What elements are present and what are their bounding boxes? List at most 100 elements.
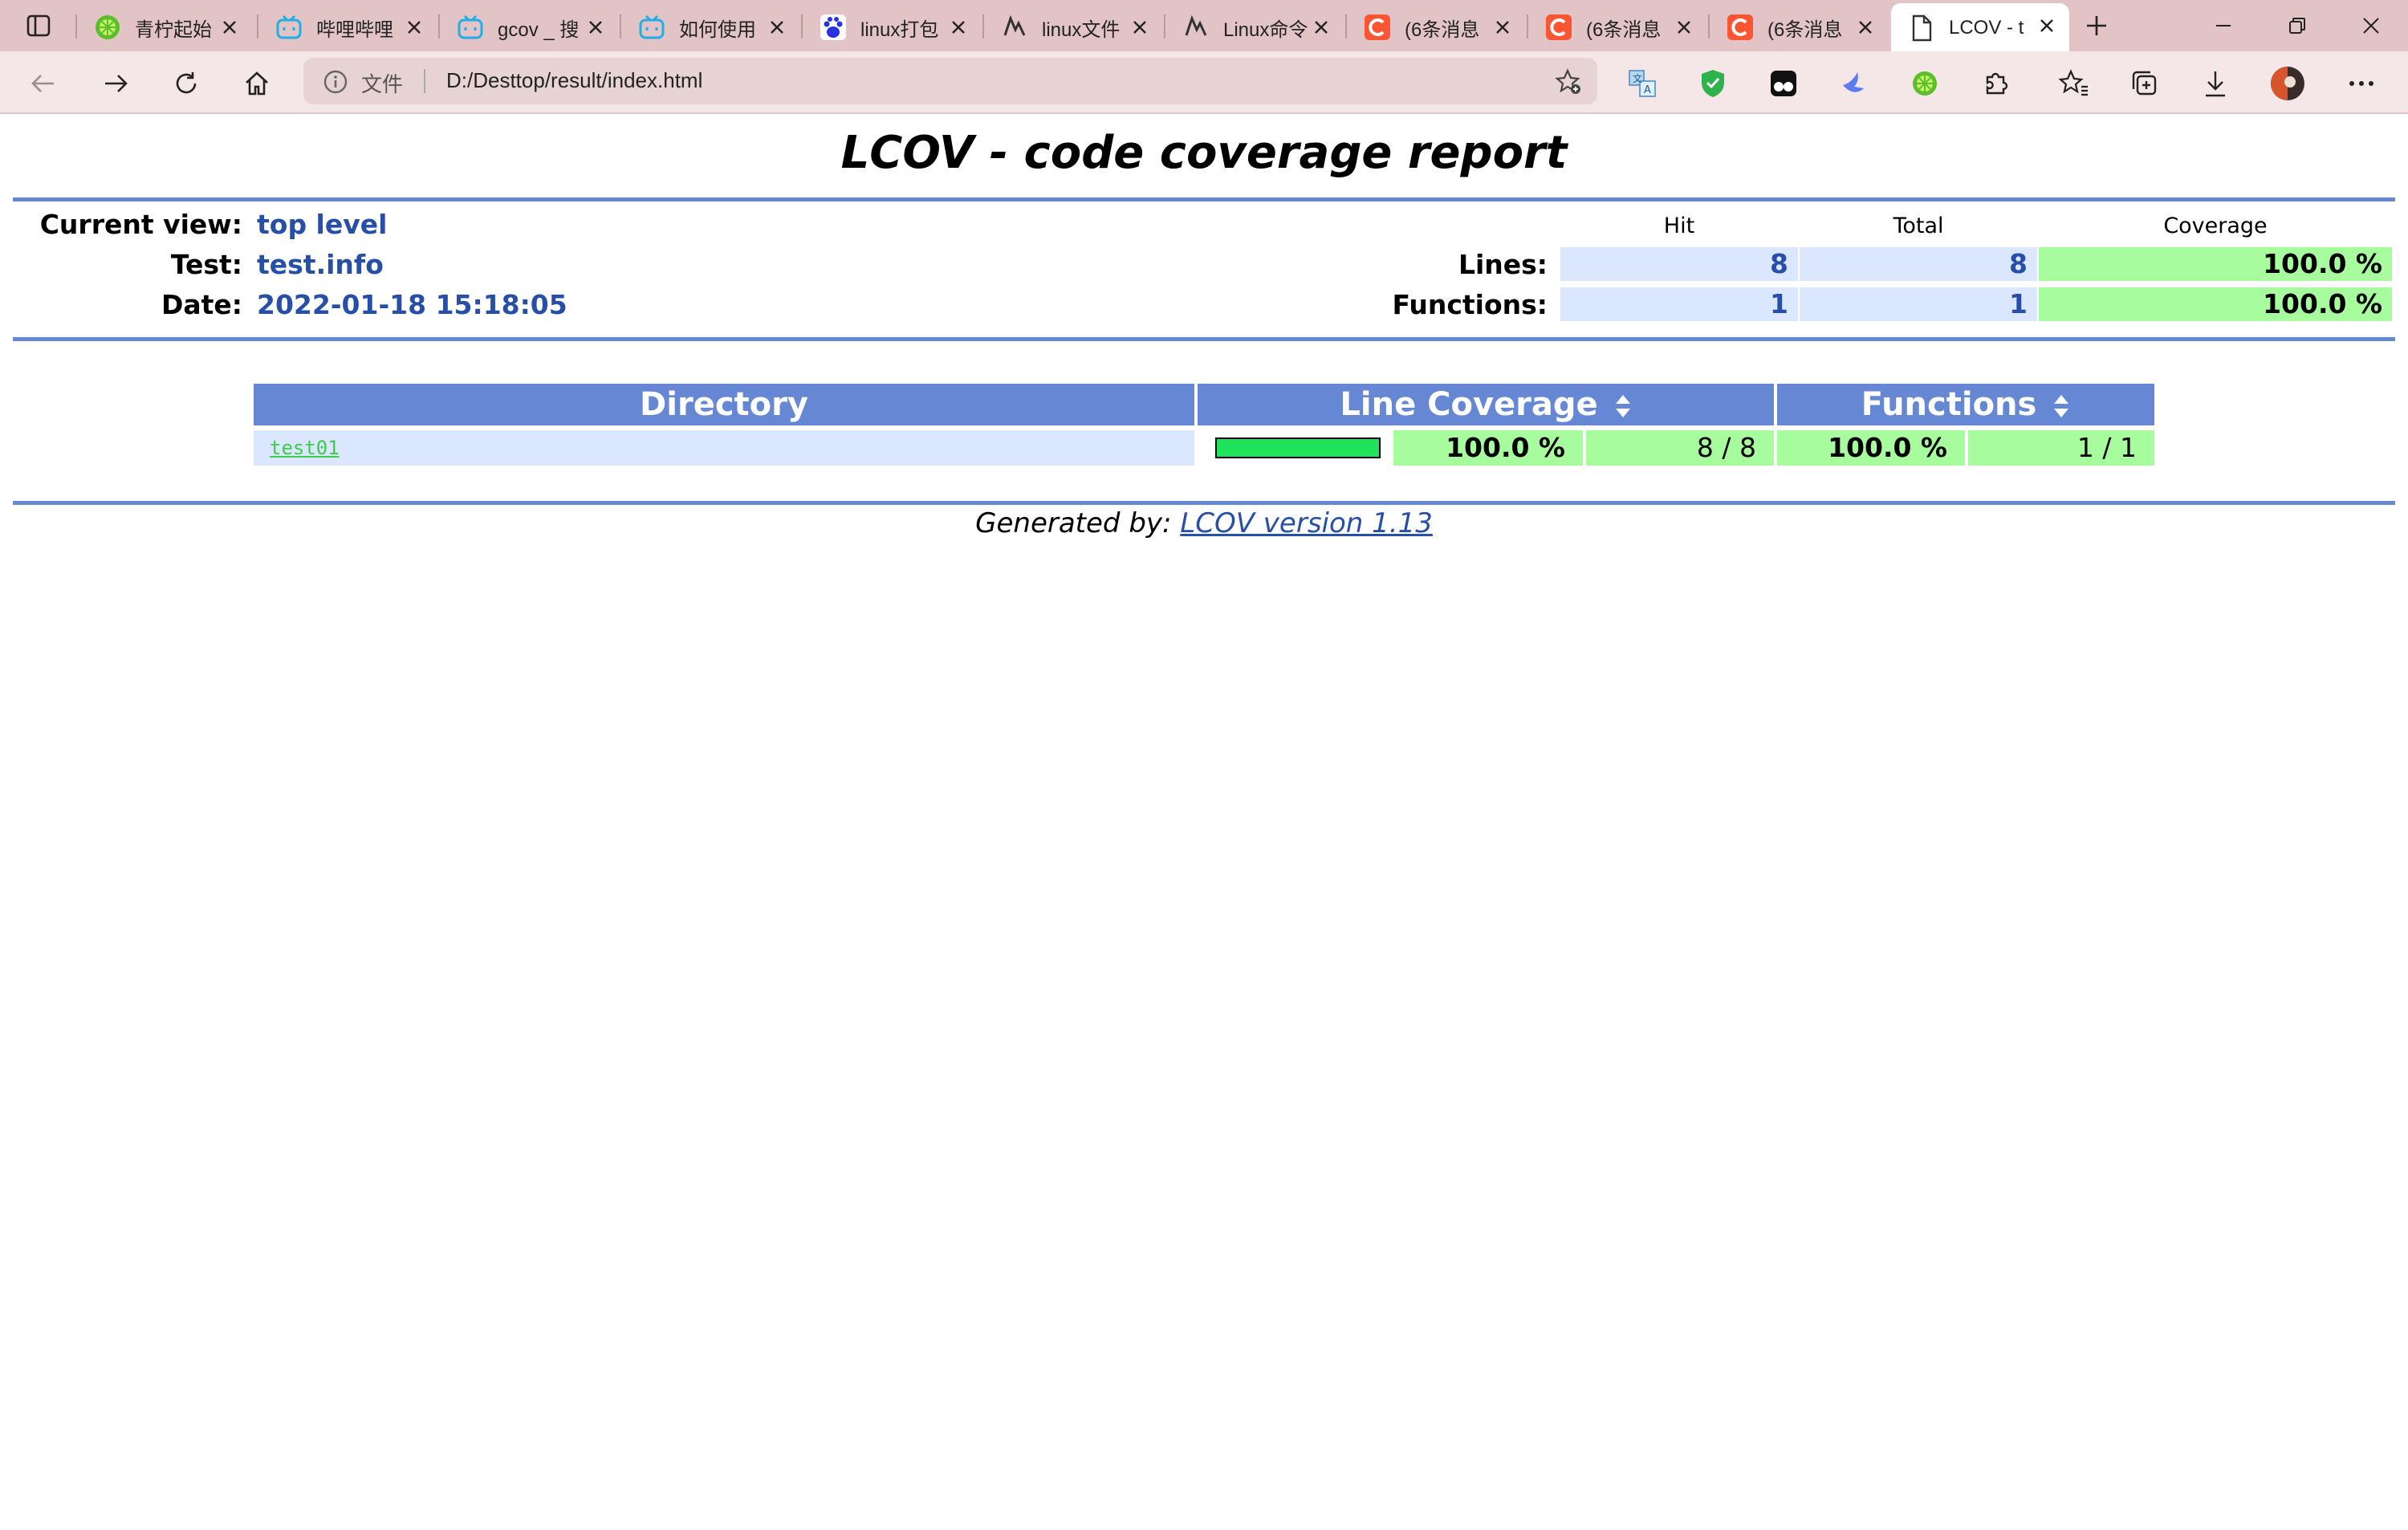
directory-header-label: Directory (640, 386, 808, 423)
tab-csdn-2[interactable]: (6条消息 (1528, 5, 1706, 50)
tab-actions-button[interactable] (11, 8, 66, 43)
tab-bar: 青柠起始 哔哩哔哩 gcov _ 搜 如何使用 linux打包 linux文件 (0, 0, 2408, 53)
tampermonkey-icon (1771, 71, 1796, 96)
tab-close-icon[interactable] (766, 16, 788, 39)
header-rule-top (13, 197, 2395, 201)
tab-gcov-search[interactable]: gcov _ 搜 (440, 5, 618, 50)
extensions-button[interactable] (1978, 66, 2013, 101)
functions-hit: 1 (1560, 287, 1798, 321)
svg-text:A: A (1644, 84, 1651, 96)
lime-extension[interactable] (1907, 66, 1942, 101)
settings-menu-button[interactable] (2344, 66, 2379, 101)
line-coverage-ratio: 8 / 8 (1586, 430, 1774, 466)
tab-title: (6条消息 (1767, 18, 1843, 41)
info-icon[interactable] (323, 69, 348, 95)
tab-close-icon[interactable] (1673, 16, 1695, 39)
functions-percent: 100.0 % (1777, 430, 1965, 466)
tab-title: (6条消息 (1586, 18, 1662, 41)
tab-linux-command[interactable]: Linux命令 (1165, 5, 1344, 50)
tab-bilibili[interactable]: 哔哩哔哩 (258, 5, 437, 50)
page-icon (1907, 14, 1936, 43)
refresh-button[interactable] (164, 61, 209, 106)
browser-toolbar: 文件 D:/Desttop/result/index.html 文A (0, 51, 2408, 114)
header-rule-bottom (13, 337, 2395, 341)
forward-button[interactable] (93, 61, 138, 106)
tab-close-icon[interactable] (947, 16, 970, 39)
tab-csdn-3[interactable]: (6条消息 (1710, 5, 1888, 50)
bird-extension[interactable] (1837, 66, 1872, 101)
tab-title: 哔哩哔哩 (316, 18, 393, 41)
tab-close-icon[interactable] (218, 16, 241, 39)
csdn-icon (1544, 13, 1573, 42)
functions-header-label: Functions (1861, 386, 2037, 423)
tab-how-to-use[interactable]: 如何使用 (621, 5, 799, 50)
zhihu-like-icon (1000, 13, 1029, 42)
footer-rule (13, 501, 2395, 505)
directory-link[interactable]: test01 (270, 430, 340, 466)
lines-coverage: 100.0 % (2039, 247, 2392, 281)
collections-icon (2132, 71, 2157, 96)
tab-close-icon[interactable] (2036, 14, 2058, 37)
tab-title: LCOV - t (1949, 17, 2024, 39)
minimize-icon (2216, 25, 2231, 26)
forward-arrow-icon (105, 75, 128, 92)
close-window-button[interactable] (2347, 6, 2395, 45)
tab-title: linux文件 (1042, 18, 1121, 41)
favorites-icon (2059, 69, 2088, 96)
shield-extension[interactable] (1695, 66, 1731, 101)
address-separator (424, 69, 425, 93)
tab-close-icon[interactable] (1129, 16, 1151, 39)
coverage-bar-cell (1198, 430, 1390, 466)
tab-title: gcov _ 搜 (498, 18, 580, 41)
tab-close-icon[interactable] (1491, 16, 1514, 39)
functions-ratio: 1 / 1 (1968, 430, 2154, 466)
bilibili-icon (456, 13, 485, 42)
tab-qingning[interactable]: 青柠起始 (77, 5, 252, 50)
home-button[interactable] (234, 61, 279, 106)
functions-column-header[interactable]: Functions (1777, 384, 2154, 425)
profile-button[interactable] (2270, 66, 2305, 101)
directory-column-header[interactable]: Directory (254, 384, 1194, 425)
back-button[interactable] (21, 61, 66, 106)
translate-extension[interactable]: 文A (1625, 66, 1660, 101)
favorites-button[interactable] (2056, 66, 2092, 101)
sort-icon[interactable] (1614, 393, 1632, 419)
test-value: test.info (257, 249, 384, 280)
lcov-version-link[interactable]: LCOV version 1.13 (1180, 507, 1433, 539)
tab-close-icon[interactable] (1854, 16, 1877, 39)
back-arrow-icon (31, 75, 54, 92)
add-favorite-icon[interactable] (1554, 67, 1583, 96)
home-icon (246, 71, 268, 96)
restore-button[interactable] (2273, 6, 2321, 45)
sort-icon[interactable] (2052, 393, 2070, 419)
new-tab-button[interactable] (2079, 8, 2114, 43)
collections-button[interactable] (2127, 66, 2162, 101)
tab-title: 青柠起始 (135, 18, 212, 41)
shield-icon (1702, 70, 1724, 97)
tampermonkey-extension[interactable] (1766, 66, 1801, 101)
address-bar[interactable]: 文件 D:/Desttop/result/index.html (303, 58, 1597, 104)
date-label: Date: (161, 289, 242, 320)
baidu-paw-icon (819, 13, 848, 42)
minimize-button[interactable] (2199, 6, 2247, 45)
url-text[interactable]: D:/Desttop/result/index.html (446, 68, 702, 93)
footer-prefix: Generated by: (975, 507, 1172, 539)
lime-icon (1913, 71, 1937, 96)
directory-cell: test01 (254, 430, 1194, 466)
line-coverage-percent: 100.0 % (1393, 430, 1583, 466)
downloads-button[interactable] (2198, 66, 2233, 101)
footer: Generated by: LCOV version 1.13 (0, 507, 2408, 539)
tab-linux-pack[interactable]: linux打包 (803, 5, 981, 50)
tab-lcov-active[interactable]: LCOV - t (1891, 3, 2069, 53)
tab-close-icon[interactable] (584, 16, 607, 39)
functions-coverage: 100.0 % (2039, 287, 2392, 321)
tab-close-icon[interactable] (1310, 16, 1332, 39)
tab-linux-file[interactable]: linux文件 (984, 5, 1162, 50)
tab-close-icon[interactable] (403, 16, 425, 39)
svg-text:文: 文 (1633, 72, 1642, 84)
tab-csdn-1[interactable]: (6条消息 (1347, 5, 1525, 50)
coverage-header: Coverage (2163, 214, 2268, 238)
csdn-icon (1363, 13, 1392, 42)
line-coverage-column-header[interactable]: Line Coverage (1198, 384, 1774, 425)
tab-title: 如何使用 (679, 18, 756, 41)
